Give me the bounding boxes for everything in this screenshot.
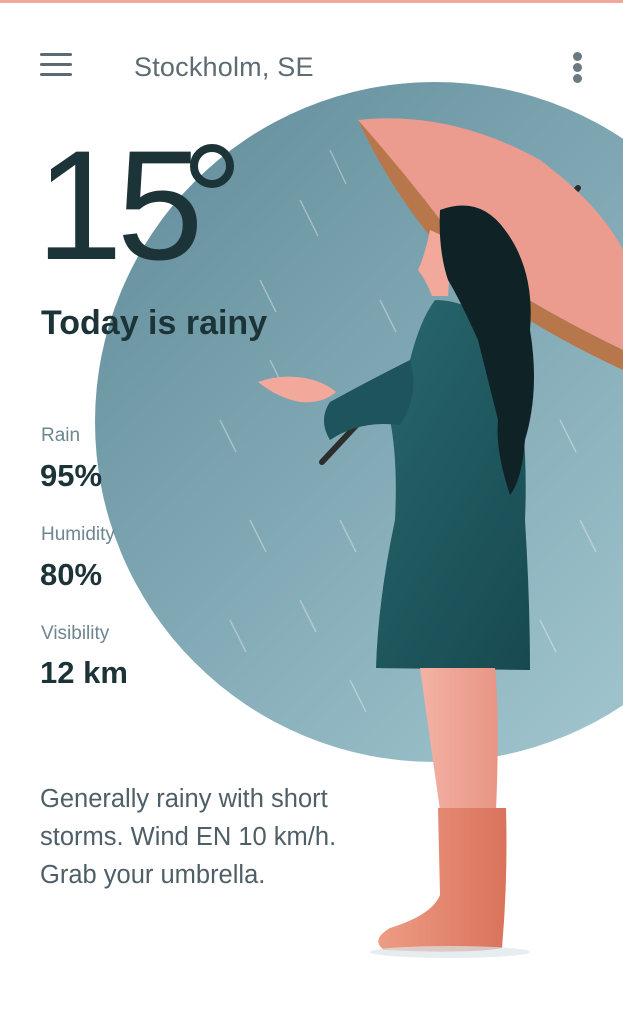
humidity-label: Humidity xyxy=(41,524,115,545)
temperature-value: 15 xyxy=(36,119,204,293)
vertical-dots-icon[interactable] xyxy=(566,48,590,84)
rain-value: 95% xyxy=(40,458,103,493)
app-header: Stockholm, SE xyxy=(0,44,623,90)
humidity-value: 80% xyxy=(40,557,103,592)
location-title: Stockholm, SE xyxy=(134,52,314,82)
visibility-value: 12 km xyxy=(40,655,128,690)
hamburger-menu-icon[interactable] xyxy=(40,53,74,79)
rain-label: Rain xyxy=(41,425,81,446)
boots xyxy=(378,808,507,952)
degree-symbol xyxy=(190,144,234,188)
weather-summary: Generally rainy with short storms. Wind … xyxy=(40,785,337,889)
condition-text: Today is rainy xyxy=(41,304,268,342)
legs xyxy=(420,668,498,810)
visibility-label: Visibility xyxy=(41,623,110,644)
